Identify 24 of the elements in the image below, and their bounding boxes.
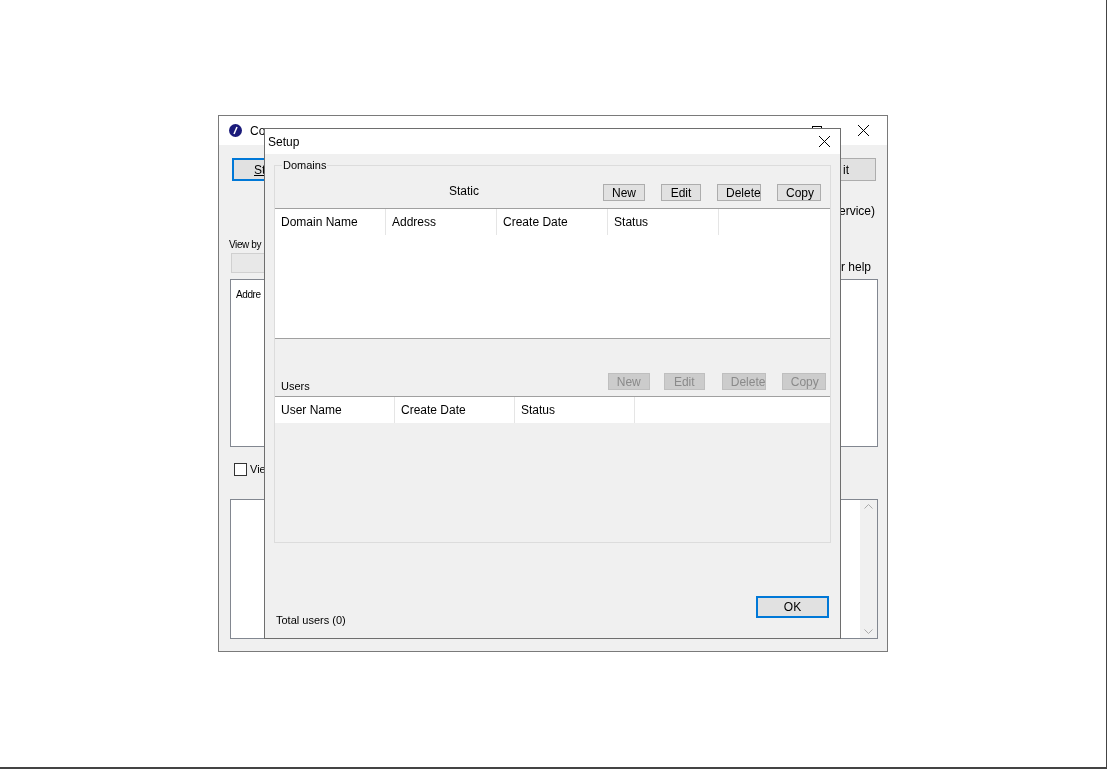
column-header[interactable]: Status (614, 213, 649, 231)
ok-button[interactable]: OK (756, 596, 829, 618)
action-button[interactable]: Edit (661, 184, 701, 201)
status-text: Total users (0) (276, 612, 346, 628)
column-header[interactable]: Status (521, 401, 556, 419)
view-by-label: View by (229, 238, 262, 252)
group-title: Domains (282, 159, 328, 172)
section-label: Users (281, 378, 310, 394)
column-header[interactable]: User Name (281, 401, 342, 419)
action-button[interactable]: Delete (717, 184, 761, 201)
section-label: Static (449, 183, 479, 200)
close-icon[interactable] (819, 136, 830, 147)
column-header[interactable]: Create Date (503, 213, 568, 231)
column-header[interactable]: Addre (236, 287, 261, 302)
column-header[interactable]: Create Date (401, 401, 466, 419)
app-logo-icon (229, 124, 242, 137)
action-button[interactable]: New (603, 184, 645, 201)
action-button[interactable]: Copy (777, 184, 821, 201)
checkbox[interactable] (234, 462, 247, 476)
column-header[interactable]: Address (392, 213, 437, 231)
close-icon[interactable] (858, 125, 869, 136)
column-header[interactable]: Domain Name (281, 213, 358, 231)
dialog-title: Setup (268, 133, 300, 151)
help-label: r help (841, 259, 872, 276)
